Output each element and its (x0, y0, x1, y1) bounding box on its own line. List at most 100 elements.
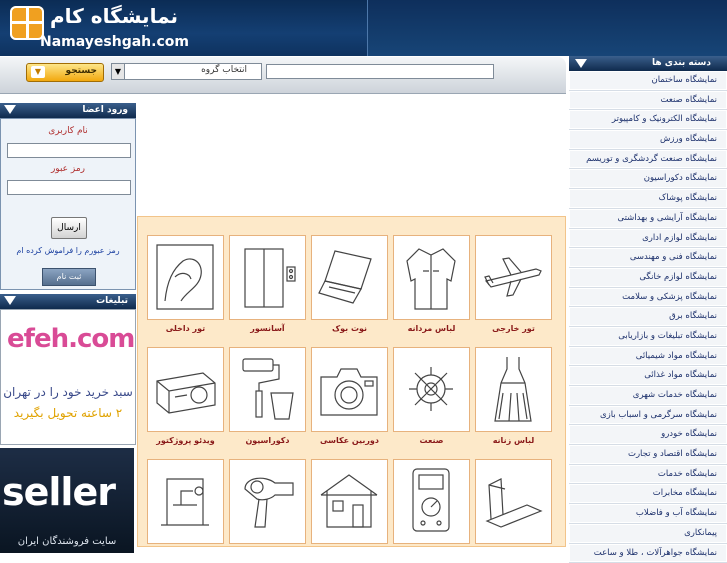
category-label: نمایشگاه مواد شیمیائی (636, 351, 717, 361)
category-item[interactable]: نمایشگاه آب و فاضلاب (569, 504, 727, 524)
register-button[interactable]: ثبت نام (42, 268, 96, 286)
category-label: نمایشگاه لوازم اداری (642, 233, 717, 243)
category-label: نمایشگاه مواد غذائی (644, 370, 717, 380)
ad-banner-seller[interactable]: seller سایت فروشندگان ایران (0, 448, 134, 553)
site-header: نمایشگاه کام Namayeshgah.com (0, 0, 727, 56)
left-sidebar: ورود اعضا نام کاربری رمز عبور ارسال رمز … (0, 103, 136, 553)
logo-text-en: Namayeshgah.com (40, 34, 189, 50)
grid-item[interactable] (229, 459, 306, 548)
category-item[interactable]: نمایشگاه فنی و مهندسی (569, 248, 727, 268)
hair-dryer-icon (229, 459, 306, 544)
grid-item[interactable] (475, 459, 552, 548)
dress-icon (475, 347, 552, 432)
category-item[interactable]: نمایشگاه الکترونیک و کامپیوتر (569, 110, 727, 130)
username-field[interactable] (7, 143, 131, 158)
grid-item[interactable]: دکوراسیون (229, 347, 306, 445)
ad-banner-efeh[interactable]: efeh.com سبد خرید خود را در تهران ۲ ساعت… (0, 309, 136, 445)
password-label: رمز عبور (1, 164, 135, 174)
search-button[interactable]: ▼ جستجو (26, 63, 104, 82)
grid-item-label: تور خارجی (475, 324, 552, 333)
grid-item[interactable]: ویدئو پروژکتور (147, 347, 224, 445)
category-item[interactable]: نمایشگاه پزشکی و سلامت (569, 288, 727, 308)
category-item[interactable]: نمایشگاه ورزش (569, 130, 727, 150)
category-item[interactable]: نمایشگاه برق (569, 307, 727, 327)
category-label: نمایشگاه فنی و مهندسی (630, 252, 717, 262)
grid-item[interactable]: آسانسور (229, 235, 306, 333)
category-label: نمایشگاه خودرو (661, 429, 717, 439)
category-item[interactable]: نمایشگاه ساختمان (569, 71, 727, 91)
category-label: نمایشگاه برق (669, 311, 717, 321)
chevron-down-icon[interactable]: ▼ (112, 64, 125, 79)
category-item[interactable]: نمایشگاه سرگرمی و اسباب بازی (569, 406, 727, 426)
grid-item[interactable] (393, 459, 470, 548)
grid-item-label: تور داخلی (147, 324, 224, 333)
category-item[interactable]: نمایشگاه خدمات (569, 465, 727, 485)
forgot-password-link[interactable]: رمز عبورم را فراموش کرده ام (1, 246, 135, 255)
grid-item[interactable]: لباس مردانه (393, 235, 470, 333)
grid-item[interactable]: لباس زنانه (475, 347, 552, 445)
ads-panel-header: تبلیغات (0, 294, 136, 309)
multimeter-icon (393, 459, 470, 544)
login-panel-header: ورود اعضا (0, 103, 136, 118)
search-bar: انتخاب گروه ▼ ▼ جستجو (0, 57, 566, 94)
category-item[interactable]: نمایشگاه لوازم اداری (569, 229, 727, 249)
category-item[interactable]: نمایشگاه صنعت گردشگری و توریسم (569, 150, 727, 170)
category-label: نمایشگاه تبلیغات و بازاریابی (618, 331, 717, 341)
category-label: نمایشگاه صنعت گردشگری و توریسم (586, 154, 717, 164)
grid-item[interactable]: صنعت (393, 347, 470, 445)
category-label: نمایشگاه پوشاک (659, 193, 717, 203)
category-label: نمایشگاه مخابرات (653, 488, 717, 498)
category-item[interactable]: نمایشگاه تبلیغات و بازاریابی (569, 327, 727, 347)
category-label: نمایشگاه خدمات (658, 469, 717, 479)
treadmill-icon (475, 459, 552, 544)
category-item[interactable]: نمایشگاه مواد شیمیائی (569, 347, 727, 367)
category-item[interactable]: نمایشگاه خودرو (569, 425, 727, 445)
ad-text-line1: سبد خرید خود را در تهران (1, 385, 135, 399)
category-item[interactable]: نمایشگاه دکوراسیون (569, 169, 727, 189)
jacket-icon (393, 235, 470, 320)
header-banner-area (367, 0, 727, 56)
category-item[interactable]: نمایشگاه آرایشی و بهداشتی (569, 209, 727, 229)
site-logo[interactable]: نمایشگاه کام Namayeshgah.com (8, 4, 193, 54)
category-item[interactable]: پیمانکاری (569, 524, 727, 544)
category-item[interactable]: نمایشگاه مخابرات (569, 484, 727, 504)
group-select[interactable]: انتخاب گروه ▼ (111, 63, 262, 80)
elevator-icon (229, 235, 306, 320)
category-label: نمایشگاه اقتصاد و تجارت (628, 449, 717, 459)
gym-machine-icon (147, 459, 224, 544)
categories-sidebar: دسته بندی ها نمایشگاه ساختمان نمایشگاه ص… (569, 56, 727, 545)
grid-item[interactable] (311, 459, 388, 548)
category-item[interactable]: نمایشگاه پوشاک (569, 189, 727, 209)
laptop-icon (311, 235, 388, 320)
grid-item[interactable]: تور خارجی (475, 235, 552, 333)
category-item[interactable]: نمایشگاه خدمات شهری (569, 386, 727, 406)
category-item[interactable]: نمایشگاه صنعت (569, 91, 727, 111)
logo-grid-icon (10, 6, 44, 40)
search-button-label: جستجو (66, 66, 97, 76)
airplane-icon (475, 235, 552, 320)
category-label: نمایشگاه سرگرمی و اسباب بازی (600, 410, 717, 420)
username-label: نام کاربری (1, 126, 135, 136)
ads-panel-title: تبلیغات (96, 296, 128, 306)
category-label: نمایشگاه لوازم خانگی (639, 272, 717, 282)
password-field[interactable] (7, 180, 131, 195)
ad-text-line2: ۲ ساعته تحویل بگیرید (1, 406, 135, 420)
search-input[interactable] (266, 64, 494, 79)
login-submit-button[interactable]: ارسال (51, 217, 87, 239)
grid-item-label: دوربین عکاسی (311, 436, 388, 445)
grid-item-label: لباس مردانه (393, 324, 470, 333)
category-label: نمایشگاه آب و فاضلاب (636, 508, 717, 518)
paint-roller-icon (229, 347, 306, 432)
category-item[interactable]: نمایشگاه اقتصاد و تجارت (569, 445, 727, 465)
category-item[interactable]: نمایشگاه لوازم خانگی (569, 268, 727, 288)
grid-item[interactable]: تور داخلی (147, 235, 224, 333)
grid-item[interactable] (147, 459, 224, 548)
category-label: نمایشگاه آرایشی و بهداشتی (617, 213, 717, 223)
group-select-label: انتخاب گروه (201, 65, 247, 75)
logo-text-fa: نمایشگاه کام (50, 4, 178, 28)
grid-item[interactable]: نوت بوک (311, 235, 388, 333)
category-item[interactable]: نمایشگاه مواد غذائی (569, 366, 727, 386)
category-label: نمایشگاه الکترونیک و کامپیوتر (612, 114, 717, 124)
category-item[interactable]: نمایشگاه جواهرآلات ، طلا و ساعت (569, 544, 727, 563)
grid-item[interactable]: دوربین عکاسی (311, 347, 388, 445)
